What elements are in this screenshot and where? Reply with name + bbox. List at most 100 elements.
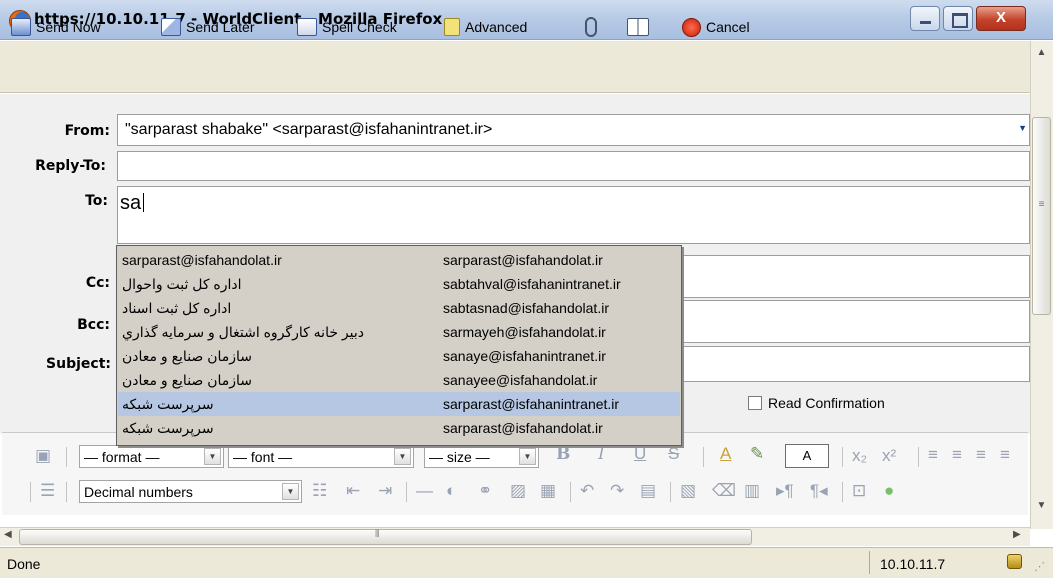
bold-button[interactable]: B [556,444,570,464]
undo-icon[interactable]: ↶ [580,481,594,501]
italic-button[interactable]: I [598,444,605,464]
paste-word-icon[interactable]: ▧ [680,481,696,501]
compose-toolbar [0,41,1030,93]
size-value: — size — [429,448,490,465]
toolbar-separator [30,482,31,502]
insert-image-icon[interactable]: ▨ [510,481,526,501]
toolbar-separator [406,482,407,502]
send-later-icon [161,18,181,36]
autocomplete-item[interactable]: سرپرست شبکه sarparast@isfahandolat.ir [118,416,680,440]
link-icon[interactable]: ⚭ [478,481,492,501]
send-now-icon [11,18,31,36]
cc-label: Cc: [85,275,110,291]
indent-icon[interactable]: ⇥ [378,481,392,501]
lock-icon[interactable] [1007,554,1022,569]
ltr-icon[interactable]: ▸¶ [776,481,794,501]
outdent-icon[interactable]: ⇤ [346,481,360,501]
size-select[interactable]: — size — ▼ [424,445,539,468]
autocomplete-item[interactable]: اداره کل ثبت اسناد sabtasnad@isfahandolat… [118,296,680,320]
vertical-scroll-thumb[interactable] [1032,117,1051,315]
bullet-list-icon[interactable]: ☷ [312,481,327,501]
autocomplete-item[interactable]: sarparast@isfahandolat.ir sarparast@isfah… [118,248,680,272]
scroll-down-arrow-icon[interactable]: ▼ [1033,500,1050,517]
font-value: — font — [233,448,293,465]
help-icon[interactable]: ● [884,481,894,501]
chevron-down-icon[interactable]: ▼ [282,483,299,500]
autocomplete-item-email: sabtasnad@isfahandolat.ir [443,300,609,316]
align-left-icon[interactable]: ≡ [928,445,938,465]
spell-check-label: Spell Check [322,19,397,35]
table-icon[interactable]: ▦ [540,481,556,501]
scroll-up-arrow-icon[interactable]: ▲ [1033,47,1050,64]
source-icon[interactable]: ⊡ [852,481,866,501]
resize-grip-icon[interactable]: ⋰ [1034,560,1045,573]
align-center-icon[interactable]: ≡ [952,445,962,465]
toolbar-separator [66,482,67,502]
text-color-button[interactable]: A [720,444,731,464]
scroll-right-arrow-icon[interactable]: ▶ [1013,529,1021,540]
grid-icon[interactable]: ▥ [744,481,760,501]
toolbar-separator [842,482,843,502]
from-label: From: [64,123,110,139]
autocomplete-item[interactable]: دبير خانه کارگروه اشتغال و سرمايه گذاري s… [118,320,680,344]
align-justify-icon[interactable]: ≡ [1000,445,1010,465]
list-icon[interactable]: ☰ [40,481,55,501]
checkbox-box[interactable] [748,396,762,410]
select-all-icon[interactable]: ▤ [640,481,656,501]
send-later-label: Send Later [186,19,255,35]
autocomplete-item[interactable]: سازمان صنايع و معادن sanaye@isfahanintran… [118,344,680,368]
eraser-icon[interactable]: ⌫ [712,481,736,501]
align-right-icon[interactable]: ≡ [976,445,986,465]
superscript-icon[interactable]: x² [882,446,896,466]
chevron-down-icon[interactable]: ▼ [1018,123,1027,133]
from-value: "sarparast shabake" <sarparast@isfahanin… [125,121,493,138]
minimize-button[interactable] [910,6,940,31]
autocomplete-item[interactable]: سرپرست شبکه sarparast@isfahanintranet.ir [118,392,680,416]
paperclip-icon [585,17,597,37]
spell-check-icon [297,18,317,36]
maximize-button[interactable] [943,6,973,31]
send-now-label: Send Now [36,19,101,35]
chevron-down-icon[interactable]: ▼ [204,448,221,465]
from-select[interactable]: "sarparast shabake" <sarparast@isfahanin… [117,114,1030,146]
redo-icon[interactable]: ↷ [610,481,624,501]
close-icon: X [995,9,1006,26]
advanced-label: Advanced [465,19,528,35]
autocomplete-item[interactable]: اداره کل ثبت واحوال sabtahval@isfahanintr… [118,272,680,296]
underline-button[interactable]: U [634,444,646,464]
subscript-icon[interactable]: x₂ [852,446,867,466]
chevron-down-icon[interactable]: ▼ [519,448,536,465]
address-book-button[interactable] [627,15,654,39]
horizontal-rule-icon[interactable]: — [416,481,433,501]
read-confirmation-checkbox[interactable]: Read Confirmation [748,395,885,411]
autocomplete-item-name: sarparast@isfahandolat.ir [122,252,282,268]
read-confirmation-label: Read Confirmation [768,395,885,411]
reply-to-field[interactable] [117,151,1030,181]
attach-button[interactable] [585,15,602,39]
horizontal-scroll-thumb[interactable] [19,529,752,545]
font-select[interactable]: — font — ▼ [228,445,414,468]
scroll-left-arrow-icon[interactable]: ◀ [4,529,12,540]
to-field[interactable]: sa [117,186,1030,244]
cancel-button[interactable]: Cancel [682,15,750,39]
advanced-icon [444,18,460,36]
chevron-down-icon[interactable]: ▼ [394,448,411,465]
close-window-button[interactable]: X [976,6,1026,31]
autocomplete-item[interactable]: سازمان صنايع و معادن sanayee@isfahandolat… [118,368,680,392]
advanced-button[interactable]: Advanced [444,15,527,39]
autocomplete-item-email: sanayee@isfahandolat.ir [443,372,598,388]
send-later-button[interactable]: Send Later [161,15,255,39]
strikethrough-button[interactable]: S [668,444,679,464]
emoticon-icon[interactable]: ◐ [446,481,456,501]
list-style-select[interactable]: Decimal numbers ▼ [79,480,302,503]
toolbar-separator [842,447,843,467]
rtl-icon[interactable]: ¶◂ [810,481,828,501]
send-now-button[interactable]: Send Now [11,15,101,39]
autocomplete-item-email: sarparast@isfahandolat.ir [443,420,603,436]
color-preview-box[interactable]: A [785,444,829,468]
spell-check-button[interactable]: Spell Check [297,15,397,39]
subject-label: Subject: [46,356,111,372]
highlight-color-icon[interactable]: ✎ [750,444,764,464]
image-icon[interactable]: ▣ [35,446,51,466]
format-select[interactable]: — format — ▼ [79,445,224,468]
